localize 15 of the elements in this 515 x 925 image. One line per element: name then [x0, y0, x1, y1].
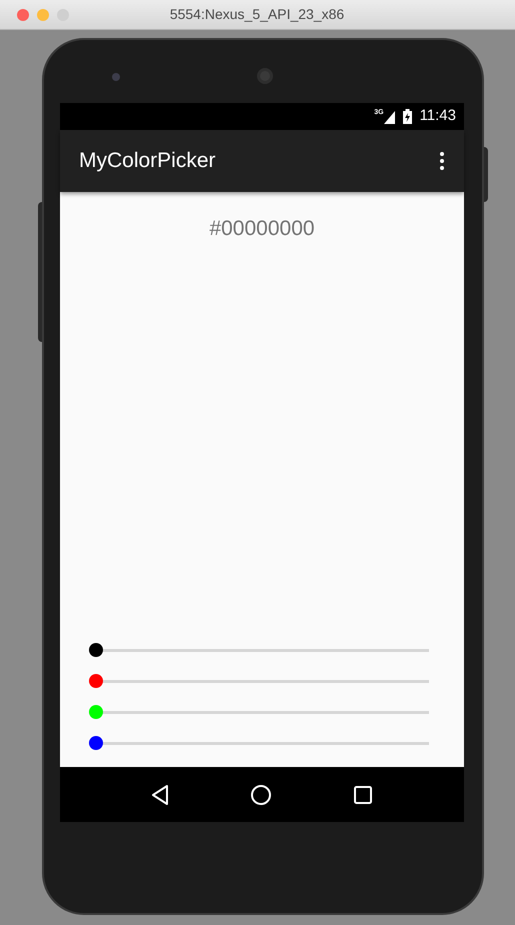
window-title: 5554:Nexus_5_API_23_x86 [170, 5, 344, 24]
signal-icon [384, 111, 395, 124]
slider-thumb[interactable] [89, 736, 103, 750]
clock: 11:43 [420, 106, 456, 126]
slider-thumb[interactable] [89, 643, 103, 657]
battery-icon [402, 109, 412, 124]
slider-thumb[interactable] [89, 674, 103, 688]
recent-apps-icon[interactable] [353, 784, 374, 804]
slider-thumb[interactable] [89, 705, 103, 719]
app-title: MyColorPicker [79, 148, 216, 174]
color-value: #00000000 [209, 216, 315, 242]
camera-icon [112, 73, 120, 81]
home-icon[interactable] [250, 784, 272, 806]
back-icon[interactable] [150, 784, 169, 806]
speaker-grill-icon [256, 67, 274, 85]
